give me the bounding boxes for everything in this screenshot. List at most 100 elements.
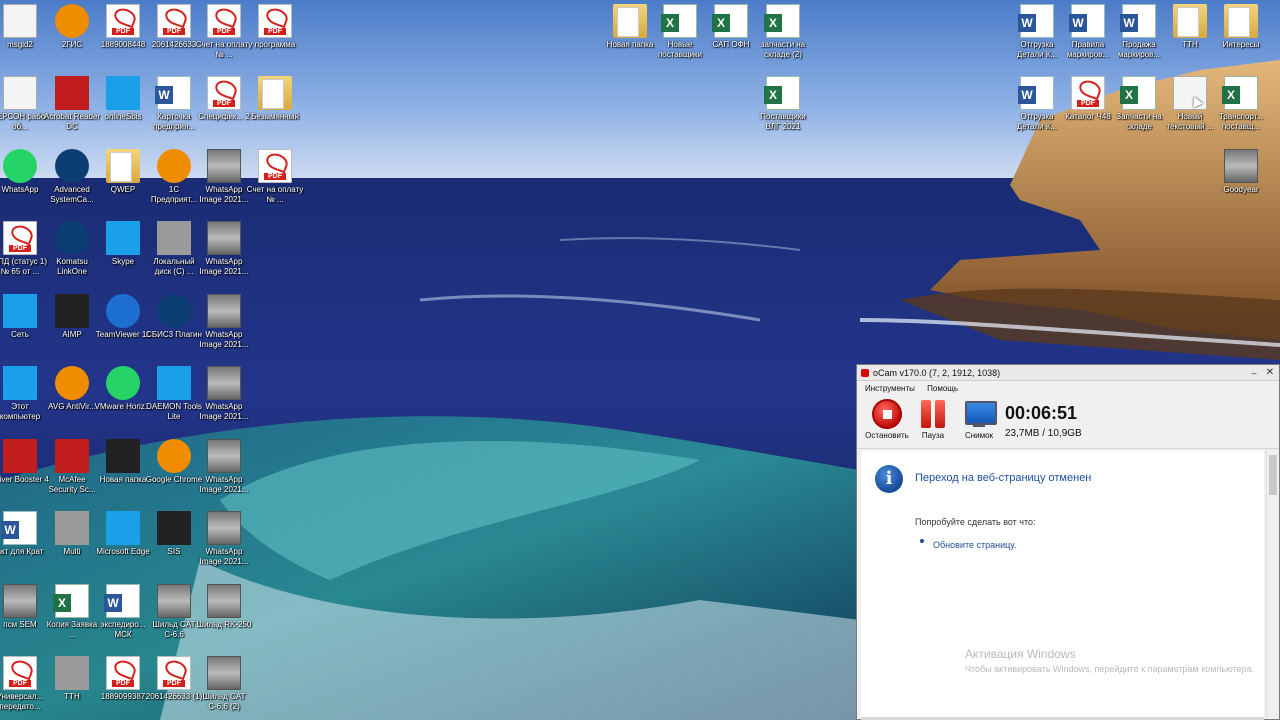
desktop-icon[interactable]: Отгрузка Детали К...	[1009, 4, 1065, 74]
desktop-icon[interactable]: msgid2	[0, 4, 48, 74]
desktop-icon[interactable]: 1889008448	[95, 4, 151, 74]
desktop-icon[interactable]: Поставщики ВЛГ 2021	[755, 76, 811, 146]
sky-file-icon	[106, 511, 140, 545]
desktop-icon[interactable]: 1889099387	[95, 656, 151, 720]
activation-text: Чтобы активировать Windows, перейдите к …	[965, 664, 1255, 674]
desktop-icon[interactable]: Счет на оплату № ...	[247, 149, 303, 219]
desktop-icon[interactable]: Сеть	[0, 294, 48, 364]
desktop-icon[interactable]: Продажа маркиров...	[1111, 4, 1167, 74]
close-button[interactable]: ✕	[1263, 365, 1277, 381]
desktop-icon[interactable]: TeamViewer 11	[95, 294, 151, 364]
desktop-icon[interactable]: Шильд RK-250	[196, 584, 252, 654]
desktop-icon[interactable]: Шильд CAT С-6.6 (2)	[196, 656, 252, 720]
desktop-icon-label: AIMP	[62, 330, 82, 339]
pdf-file-icon	[3, 221, 37, 255]
desktop-icon[interactable]: VMware Horiz...	[95, 366, 151, 436]
desktop-icon[interactable]: Правила маркиров...	[1060, 4, 1116, 74]
desktop-icon[interactable]: 2ГИС	[44, 4, 100, 74]
desktop-icon[interactable]: WhatsApp	[0, 149, 48, 219]
desktop-icon[interactable]: WhatsApp Image 2021...	[196, 149, 252, 219]
desktop-icon[interactable]: 1С Предприят...	[146, 149, 202, 219]
desktop-icon[interactable]: Универсал... передато...	[0, 656, 48, 720]
desktop-icon[interactable]: Отгрузка Детали К...	[1009, 76, 1065, 146]
desktop-icon[interactable]: Безымянный	[247, 76, 303, 146]
word-file-icon	[155, 76, 191, 110]
ocam-window[interactable]: oCam v170.0 (7, 2, 1912, 1038) – ✕ Инстр…	[856, 364, 1280, 720]
desktop-icon[interactable]: DAEMON Tools Lite	[146, 366, 202, 436]
desktop-icon[interactable]: Запчасти на складе	[1111, 76, 1167, 146]
desktop-icon[interactable]: Транспорт... поставщ...	[1213, 76, 1269, 146]
desktop-icon[interactable]: запчасти на складе (2)	[755, 4, 811, 74]
desktop-icon[interactable]: WhatsApp Image 2021...	[196, 294, 252, 364]
desktop-icon[interactable]: SIS	[146, 511, 202, 581]
desktop-icon[interactable]: AVG AntiVir...	[44, 366, 100, 436]
desktop-icon-label: WhatsApp Image 2021...	[199, 330, 249, 349]
pdf-file-icon	[157, 4, 191, 38]
desktop-icon[interactable]: Шильд CAT С-6.6	[146, 584, 202, 654]
desktop-icon[interactable]: Счет на оплату № ...	[196, 4, 252, 74]
desktop-icon[interactable]: WhatsApp Image 2021...	[196, 511, 252, 581]
refresh-link[interactable]: Обновите страницу.	[933, 540, 1016, 550]
desktop-icon[interactable]: Multi	[44, 511, 100, 581]
desktop-icon[interactable]: Новые поставщики	[652, 4, 708, 74]
stop-label: Остановить	[865, 431, 909, 440]
desktop-icon[interactable]: Microsoft Edge	[95, 511, 151, 581]
desktop-icon[interactable]: Google Chrome	[146, 439, 202, 509]
desktop-icon[interactable]: Новый текстовый ...	[1162, 76, 1218, 146]
desktop-icon[interactable]: ТТН	[44, 656, 100, 720]
desktop-icon[interactable]: ПЕРСОН работ об...	[0, 76, 49, 146]
pause-button[interactable]: Пауза	[911, 399, 955, 445]
desktop-icon-label: Komatsu LinkOne	[56, 257, 88, 276]
ocam-title-text: oCam v170.0 (7, 2, 1912, 1038)	[873, 368, 1001, 378]
dark-file-icon	[55, 294, 89, 328]
desktop-icon[interactable]: QWEP	[95, 149, 151, 219]
desktop-icon[interactable]: УПД (статус 1) № 65 от ...	[0, 221, 48, 291]
desktop-icon[interactable]: 2061426633	[146, 4, 202, 74]
desktop-icon[interactable]: McAfee Security Sc...	[44, 439, 100, 509]
desktop-icon[interactable]: программа	[247, 4, 303, 74]
gray-file-icon	[157, 221, 191, 255]
folder-file-icon	[258, 76, 292, 110]
img-file-icon	[207, 511, 241, 545]
desktop-icon[interactable]: Goodyear	[1213, 149, 1269, 219]
desktop-icon[interactable]: WhatsApp Image 2021...	[196, 221, 252, 291]
desktop-icon[interactable]: Acrobat Reader DC	[44, 76, 100, 146]
ocam-titlebar[interactable]: oCam v170.0 (7, 2, 1912, 1038) – ✕	[857, 365, 1279, 381]
desktop-icon[interactable]: Специфик... 2	[196, 76, 252, 146]
desktop-icon[interactable]: 2061426633 (1)	[146, 656, 202, 720]
desktop-icon[interactable]: Карточка предприя...	[146, 76, 202, 146]
desktop-icon[interactable]: Локальный диск (C) ...	[146, 221, 202, 291]
desktop-icon[interactable]: СБИС3 Плагин	[146, 294, 202, 364]
stop-button[interactable]: Остановить	[865, 399, 909, 445]
desktop-icon[interactable]: Интересы	[1213, 4, 1269, 74]
snapshot-button[interactable]: Снимок	[957, 399, 1001, 445]
desktop-icon[interactable]: WhatsApp Image 2021...	[196, 366, 252, 436]
scrollbar-thumb[interactable]	[1269, 455, 1277, 495]
desktop-icon[interactable]: Новая папка	[95, 439, 151, 509]
desktop-icon-label: Multi	[63, 547, 81, 556]
desktop-icon[interactable]: Копия Заявка ...	[44, 584, 100, 654]
ocam-app-icon	[861, 369, 869, 377]
menu-help[interactable]: Помощь	[927, 384, 958, 393]
desktop-icon[interactable]: Skype	[95, 221, 151, 291]
desktop-icon[interactable]: САП ОФН	[703, 4, 759, 74]
desktop-icon[interactable]: ТТН	[1162, 4, 1218, 74]
desktop-icon[interactable]: экспедиро... МСК	[95, 584, 151, 654]
vertical-scrollbar[interactable]	[1266, 451, 1278, 717]
desktop-icon[interactable]: Advanced SystemCa...	[44, 149, 100, 219]
desktop-icon[interactable]: AIMP	[44, 294, 100, 364]
desktop-icon[interactable]: Новая папка	[602, 4, 658, 74]
menu-tools[interactable]: Инструменты	[865, 384, 915, 393]
desktop-icon-label: 2ГИС	[61, 40, 83, 49]
desktop-icon[interactable]: Каталог Ч48	[1060, 76, 1116, 146]
desktop-icon[interactable]: onlineSbis	[95, 76, 151, 146]
desktop-icon[interactable]: Driver Booster 4	[0, 439, 49, 509]
desktop-icon[interactable]: Этот компьютер	[0, 366, 48, 436]
desktop-icon[interactable]: Komatsu LinkOne	[44, 221, 100, 291]
desktop-icon[interactable]: акт для Крат	[0, 511, 48, 581]
desktop-icon[interactable]: псм SEM	[0, 584, 48, 654]
desktop-icon-label: Специфик... 2	[198, 112, 250, 121]
word-file-icon	[1018, 76, 1054, 110]
minimize-button[interactable]: –	[1247, 365, 1261, 381]
desktop-icon[interactable]: WhatsApp Image 2021...	[196, 439, 252, 509]
